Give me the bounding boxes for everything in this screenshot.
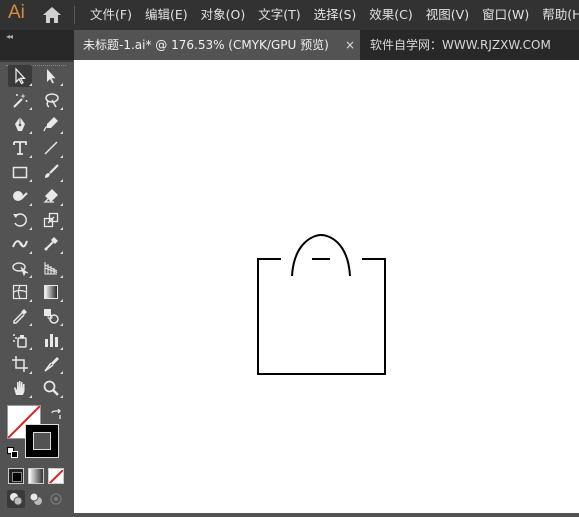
gradient-mode-button[interactable] [28,468,44,484]
panel-header [0,60,73,62]
width-tool-icon[interactable] [8,233,32,255]
mesh-tool-icon[interactable] [8,281,32,303]
menu-separator [74,6,75,24]
menu-edit[interactable]: 编辑(E) [145,0,188,30]
collapse-panel-icon[interactable]: ◂◂ [6,32,13,41]
menu-effect[interactable]: 效果(C) [369,0,412,30]
paintbrush-tool-icon[interactable] [39,161,63,183]
eyedropper-tool-icon[interactable] [8,305,32,327]
pen-tool-icon[interactable] [8,113,32,135]
draw-inside-button[interactable] [47,490,65,508]
slice-tool-icon[interactable] [39,353,63,375]
menu-file[interactable]: 文件(F) [90,0,132,30]
line-segment-tool-icon[interactable] [39,137,63,159]
hand-tool-icon[interactable] [8,377,32,399]
bag-handle-path[interactable] [291,233,351,277]
perspective-grid-tool-icon[interactable] [39,257,63,279]
rectangle-tool-icon[interactable] [8,161,32,183]
menu-select[interactable]: 选择(S) [314,0,357,30]
tab-title: 未标题-1.ai* @ 176.53% (CMYK/GPU 预览) [83,38,329,52]
puppet-warp-tool-icon[interactable] [39,233,63,255]
type-tool-icon[interactable] [8,137,32,159]
eraser-tool-icon[interactable] [39,185,63,207]
main-menu: 文件(F) 编辑(E) 对象(O) 文字(T) 选择(S) 效果(C) 视图(V… [90,0,579,30]
curvature-tool-icon[interactable] [39,113,63,135]
rotate-tool-icon[interactable] [8,209,32,231]
default-colors-icon[interactable] [7,444,19,458]
none-mode-button[interactable] [48,468,64,484]
column-graph-tool-icon[interactable] [39,329,63,351]
zoom-tool-icon[interactable] [39,377,63,399]
magic-wand-tool-icon[interactable] [8,89,32,111]
tab-website-watermark: 软件自学网：WWW.RJZXW.COM [370,38,551,52]
scale-tool-icon[interactable] [39,209,63,231]
menu-object[interactable]: 对象(O) [201,0,246,30]
app-logo: Ai [8,2,25,23]
tab-document[interactable]: 未标题-1.ai* @ 176.53% (CMYK/GPU 预览) × [74,30,360,60]
selection-tool-icon[interactable] [8,65,32,87]
menu-help[interactable]: 帮助(H) [542,0,579,30]
bag-body-path[interactable] [257,258,386,375]
artboard-canvas[interactable] [74,60,579,513]
artboard-tool-icon[interactable] [8,353,32,375]
menu-bar: Ai 文件(F) 编辑(E) 对象(O) 文字(T) 选择(S) 效果(C) 视… [0,0,579,30]
tools-panel [0,60,73,513]
direct-selection-tool-icon[interactable] [39,65,63,87]
draw-behind-button[interactable] [27,490,45,508]
stroke-swatch-inner [33,432,51,450]
tab-close-icon[interactable]: × [345,30,355,60]
shape-builder-tool-icon[interactable] [8,257,32,279]
symbol-sprayer-tool-icon[interactable] [8,329,32,351]
blend-tool-icon[interactable] [39,305,63,327]
menu-window[interactable]: 窗口(W) [482,0,529,30]
menu-view[interactable]: 视图(V) [426,0,469,30]
menu-type[interactable]: 文字(T) [258,0,300,30]
home-icon[interactable] [41,5,63,25]
color-mode-button[interactable] [8,468,24,484]
draw-normal-button[interactable] [7,490,25,508]
shaper-tool-icon[interactable] [8,185,32,207]
color-mode-inner [12,472,22,482]
shopping-bag-artwork[interactable] [74,60,579,513]
gradient-tool-icon[interactable] [39,281,63,303]
stroke-swatch[interactable] [25,424,59,458]
lasso-tool-icon[interactable] [39,89,63,111]
swap-fill-stroke-icon[interactable] [50,406,62,419]
